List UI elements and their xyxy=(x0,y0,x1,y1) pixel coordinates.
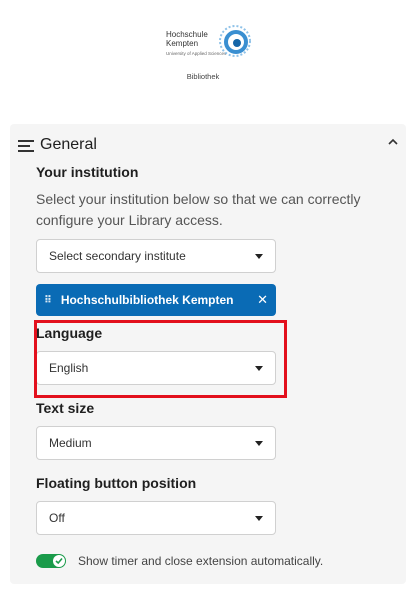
caret-down-icon xyxy=(255,253,263,259)
hochschule-kempten-logo: Hochschule Kempten University of Applied… xyxy=(166,22,252,64)
institution-description: Select your institution below so that we… xyxy=(36,191,361,228)
caret-down-icon xyxy=(255,515,263,521)
logo-text: Hochschule Kempten xyxy=(166,30,208,48)
selected-institution-label: Hochschulbibliothek Kempten xyxy=(60,293,234,307)
chevron-up-icon[interactable] xyxy=(386,134,400,148)
language-value: English xyxy=(49,361,89,375)
secondary-institute-select[interactable]: Select secondary institute xyxy=(36,239,276,273)
library-label: Bibliothek xyxy=(186,72,220,81)
floating-button-label: Floating button position xyxy=(36,475,197,491)
text-size-label: Text size xyxy=(36,400,95,416)
panel-title: General xyxy=(40,136,97,153)
floating-button-select[interactable]: Off xyxy=(36,501,276,535)
caret-down-icon xyxy=(255,365,263,371)
timer-toggle[interactable] xyxy=(36,554,66,568)
text-size-value: Medium xyxy=(49,436,92,450)
logo-swirl-icon xyxy=(219,25,251,57)
selected-institution-chip[interactable]: ⠿ Hochschulbibliothek Kempten ✕ xyxy=(36,284,276,316)
panel-header[interactable]: General xyxy=(18,136,97,154)
floating-button-value: Off xyxy=(49,511,65,525)
caret-down-icon xyxy=(255,440,263,446)
logo-line2: Kempten xyxy=(166,39,199,48)
timer-toggle-label: Show timer and close extension automatic… xyxy=(78,554,324,568)
timer-toggle-row: Show timer and close extension automatic… xyxy=(36,554,323,568)
general-settings-panel: General Your institution Select your ins… xyxy=(10,124,406,584)
secondary-institute-placeholder: Select secondary institute xyxy=(49,249,186,263)
institution-label: Your institution xyxy=(36,164,139,180)
text-size-select[interactable]: Medium xyxy=(36,426,276,460)
menu-icon xyxy=(18,138,34,152)
logo-line1: Hochschule xyxy=(166,30,208,39)
check-icon xyxy=(53,555,65,567)
drag-handle-icon[interactable]: ⠿ xyxy=(44,295,52,306)
close-icon[interactable]: ✕ xyxy=(257,292,268,308)
language-label: Language xyxy=(36,325,103,341)
language-select[interactable]: English xyxy=(36,351,276,385)
